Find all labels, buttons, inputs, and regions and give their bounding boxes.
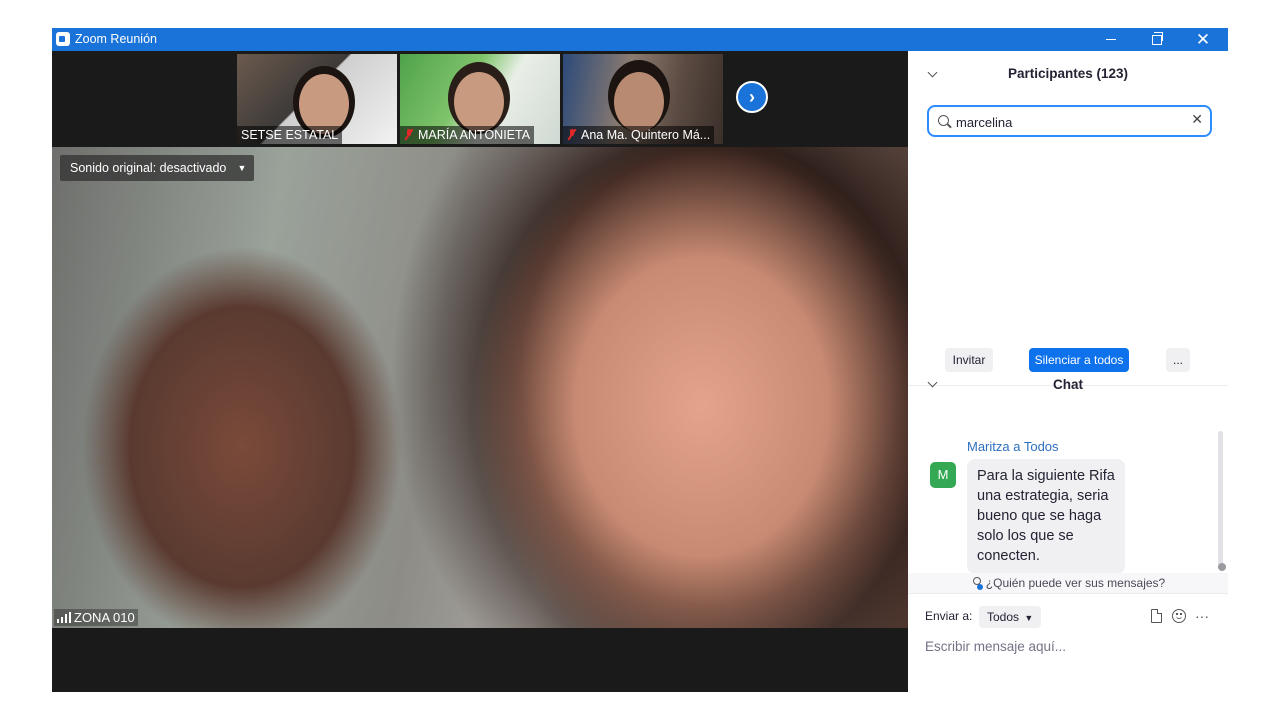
- clear-search-icon[interactable]: ✕: [1191, 111, 1203, 128]
- chat-title: Chat: [1053, 377, 1083, 392]
- chat-scrollbar[interactable]: [1218, 431, 1223, 566]
- side-panel: Participantes (123) ✕ Invitar Silenciar …: [908, 51, 1228, 692]
- chevron-right-icon: ›: [749, 86, 755, 107]
- who-can-see-link[interactable]: ¿Quién puede ver sus mensajes?: [908, 573, 1228, 593]
- who-can-see-text: ¿Quién puede ver sus mensajes?: [985, 576, 1166, 590]
- send-to-value: Todos: [987, 610, 1020, 624]
- thumbnail-name-text: Ana Ma. Quintero Má...: [581, 128, 711, 142]
- participant-search-input[interactable]: [956, 112, 1176, 132]
- zoom-app-icon: [56, 32, 70, 46]
- participant-face: [299, 74, 349, 134]
- chat-message-input[interactable]: [925, 635, 1215, 657]
- chevron-down-icon: ▼: [1024, 613, 1034, 623]
- avatar: M: [930, 462, 956, 488]
- participant-thumbnail[interactable]: MARÍA ANTONIETA: [400, 54, 560, 144]
- next-page-button[interactable]: ›: [736, 81, 768, 113]
- thumbnail-name: Ana Ma. Quintero Má...: [563, 126, 715, 144]
- window-title: Zoom Reunión: [75, 32, 157, 46]
- more-options-button[interactable]: ...: [1166, 348, 1190, 372]
- signal-strength-icon: [57, 612, 71, 623]
- thumbnail-name: SETSE ESTATAL: [237, 126, 343, 144]
- file-icon[interactable]: [1151, 609, 1162, 623]
- participant-thumbnail[interactable]: Ana Ma. Quintero Má...: [563, 54, 723, 144]
- thumbnail-name-text: MARÍA ANTONIETA: [418, 128, 531, 142]
- mute-all-button[interactable]: Silenciar a todos: [1029, 348, 1129, 372]
- thumbnail-name: MARÍA ANTONIETA: [400, 126, 535, 144]
- emoji-icon[interactable]: [1172, 609, 1186, 623]
- original-sound-toggle[interactable]: Sonido original: desactivado ▼: [60, 155, 255, 181]
- invite-button[interactable]: Invitar: [945, 348, 993, 372]
- search-icon: [938, 115, 949, 126]
- send-to-label: Enviar a:: [925, 609, 973, 623]
- gallery-strip: SETSE ESTATAL MARÍA ANTONIETA Ana Ma. Qu…: [52, 51, 908, 147]
- title-bar: Zoom Reunión ✕: [52, 28, 1228, 51]
- message-sender[interactable]: Maritza a Todos: [967, 439, 1059, 454]
- speaker-name: ZONA 010: [74, 610, 135, 625]
- thumbnail-name-text: SETSE ESTATAL: [241, 128, 339, 142]
- active-speaker-video: Sonido original: desactivado ▼ ZONA 010: [52, 147, 908, 628]
- participant-face: [454, 72, 504, 132]
- restore-icon: [1152, 31, 1163, 45]
- mic-muted-icon: [404, 129, 414, 140]
- participant-search: ✕: [927, 105, 1212, 137]
- original-sound-label: Sonido original: desactivado: [70, 161, 227, 175]
- participant-face: [614, 72, 664, 132]
- more-chat-options-icon[interactable]: ···: [1194, 608, 1210, 624]
- speaker-name-tag: ZONA 010: [54, 609, 138, 626]
- chat-divider: [908, 593, 1228, 594]
- user-visibility-icon: [971, 577, 983, 590]
- restore-button[interactable]: [1134, 28, 1180, 51]
- caret-down-icon: ▼: [237, 163, 247, 173]
- send-to-select[interactable]: Todos ▼: [979, 606, 1042, 628]
- scrollbar-thumb[interactable]: [1218, 563, 1226, 571]
- close-icon: ✕: [1195, 29, 1211, 49]
- minimize-icon: [1106, 39, 1116, 40]
- video-area: SETSE ESTATAL MARÍA ANTONIETA Ana Ma. Qu…: [52, 51, 908, 692]
- chat-message-bubble: Para la siguiente Rifa una estrategia, s…: [967, 459, 1125, 574]
- zoom-window: Zoom Reunión ✕ SETSE ESTATAL MARÍA ANTON…: [52, 28, 1228, 692]
- participant-thumbnail[interactable]: SETSE ESTATAL: [237, 54, 397, 144]
- mic-muted-icon: [567, 129, 577, 140]
- minimize-button[interactable]: [1088, 28, 1134, 51]
- close-button[interactable]: ✕: [1180, 28, 1226, 51]
- participants-title: Participantes (123): [1007, 66, 1129, 81]
